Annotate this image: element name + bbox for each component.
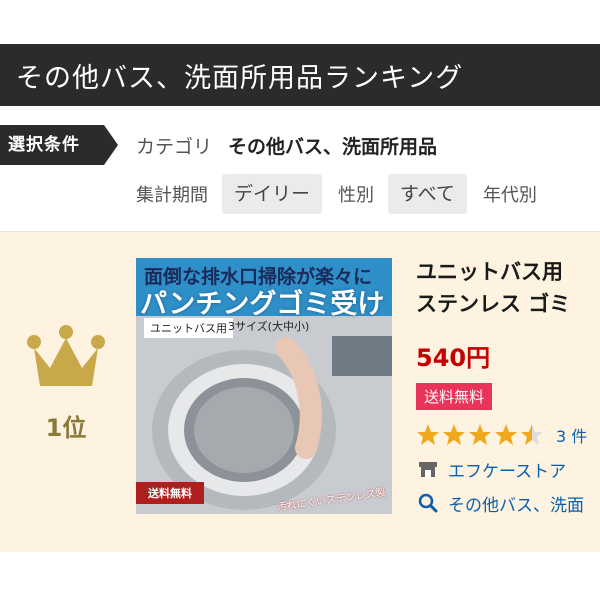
ranking-header: その他バス、洗面所用品ランキング	[0, 44, 600, 106]
product-image[interactable]: 面倒な排水口掃除が楽々に パンチングゴミ受け ユニットバス用 3サイズ(大中小)…	[136, 258, 392, 514]
period-gender-row: 集計期間 デイリー 性別 すべて 年代別	[136, 174, 551, 214]
image-shipping-badge: 送料無料	[136, 482, 204, 504]
category-link[interactable]: その他バス、洗面	[448, 491, 584, 516]
star-icon	[495, 424, 517, 445]
category-key: カテゴリ	[136, 135, 213, 158]
shop-icon	[419, 462, 437, 477]
gender-select[interactable]: すべて	[388, 174, 467, 214]
category-value: その他バス、洗面所用品	[228, 135, 438, 158]
conditions-label-tag: 選択条件	[0, 125, 118, 165]
conditions-label: 選択条件	[8, 135, 80, 155]
product-name-line1[interactable]: ユニットバス用	[416, 256, 600, 288]
shop-name-link[interactable]: エフケーストア	[448, 457, 566, 482]
product-info: ユニットバス用 ステンレス ゴミ 540円 送料無料 3 件 エフケーストア そ…	[416, 256, 600, 516]
crown-icon	[26, 324, 106, 398]
ranking-item[interactable]: 1位 面倒な排水口掃除が楽々に パンチングゴミ受け ユニットバス用 3サイズ(大…	[0, 232, 600, 552]
gender-key: 性別	[338, 185, 375, 206]
search-icon	[418, 493, 438, 513]
top-spacer	[0, 0, 600, 44]
age-key: 年代別	[482, 185, 537, 206]
product-price: 540円	[416, 344, 491, 372]
star-icon	[443, 424, 465, 445]
image-caption-main: パンチングゴミ受け	[140, 289, 385, 320]
image-caption-sizes: 3サイズ(大中小)	[228, 320, 310, 333]
image-caption-type: ユニットバス用	[144, 318, 233, 338]
rank-label: 1位	[45, 414, 87, 442]
period-select[interactable]: デイリー	[222, 174, 323, 214]
review-count-link[interactable]: 3 件	[556, 423, 587, 447]
page-title: その他バス、洗面所用品ランキング	[16, 62, 464, 94]
category-link-row: その他バス、洗面	[416, 490, 600, 516]
star-icon	[469, 424, 491, 445]
period-key: 集計期間	[136, 185, 208, 206]
shipping-badge: 送料無料	[416, 383, 493, 410]
category-row: カテゴリ その他バス、洗面所用品	[136, 125, 437, 165]
filter-conditions: 選択条件 カテゴリ その他バス、洗面所用品 集計期間 デイリー 性別 すべて 年…	[0, 106, 600, 232]
shop-row: エフケーストア	[416, 456, 600, 482]
star-half-icon	[521, 424, 543, 445]
rating-stars: 3 件	[416, 422, 600, 448]
product-name-line2[interactable]: ステンレス ゴミ	[416, 288, 600, 320]
star-icon	[417, 424, 439, 445]
